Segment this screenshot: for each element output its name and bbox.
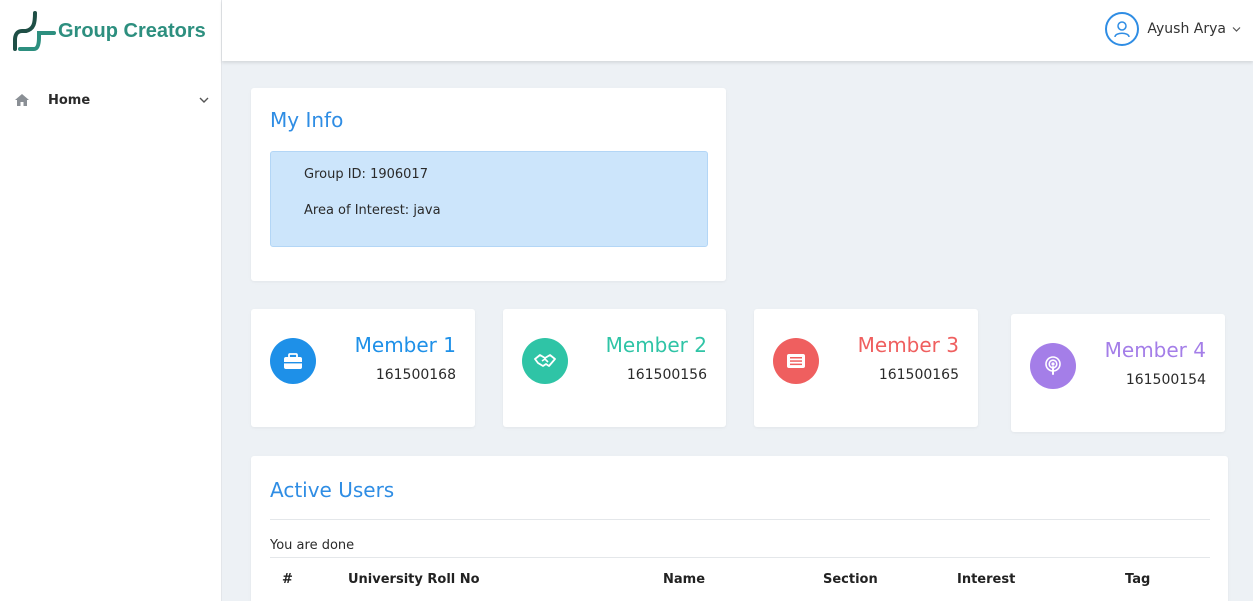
member-roll: 161500168	[375, 367, 456, 383]
topbar: Ayush Arya	[222, 0, 1253, 61]
member-card-2: Member 2 161500156	[503, 309, 726, 427]
briefcase-icon	[270, 338, 316, 384]
member-title: Member 3	[857, 333, 959, 357]
podcast-icon	[1030, 343, 1076, 389]
logo-icon	[13, 11, 56, 51]
sidebar: Group Creators Home	[0, 0, 222, 601]
area-of-interest: Area of Interest: java	[304, 203, 441, 218]
chevron-down-icon	[199, 97, 209, 103]
member-card-4: Member 4 161500154	[1011, 314, 1225, 432]
member-roll: 161500165	[878, 367, 959, 383]
brand[interactable]: Group Creators	[0, 0, 221, 62]
my-info-card: My Info Group ID: 1906017 Area of Intere…	[251, 88, 726, 281]
column-header: #	[282, 572, 293, 587]
chevron-down-icon	[1232, 26, 1241, 32]
column-header: Section	[823, 572, 878, 587]
member-card-1: Member 1 161500168	[251, 309, 475, 427]
column-header: Tag	[1125, 572, 1151, 587]
member-title: Member 2	[605, 333, 707, 357]
column-header: University Roll No	[348, 572, 480, 587]
member-card-3: Member 3 161500165	[754, 309, 978, 427]
divider	[270, 519, 1210, 520]
list-icon	[773, 338, 819, 384]
active-users-title: Active Users	[270, 478, 395, 502]
member-roll: 161500156	[626, 367, 707, 383]
member-title: Member 1	[354, 333, 456, 357]
user-menu[interactable]: Ayush Arya	[1105, 12, 1241, 46]
brand-name: Group Creators	[58, 19, 206, 42]
home-icon	[15, 94, 29, 106]
column-header: Name	[663, 572, 706, 587]
member-roll: 161500154	[1125, 372, 1206, 388]
member-title: Member 4	[1104, 338, 1206, 362]
active-users-card: Active Users You are done # University R…	[251, 456, 1228, 601]
user-name: Ayush Arya	[1147, 21, 1226, 37]
user-icon	[1105, 12, 1140, 46]
group-id: Group ID: 1906017	[304, 167, 428, 182]
sidebar-item-label: Home	[48, 92, 91, 108]
my-info-title: My Info	[270, 108, 344, 132]
status-note: You are done	[270, 538, 355, 553]
column-header: Interest	[957, 572, 1016, 587]
my-info-box: Group ID: 1906017 Area of Interest: java	[270, 151, 708, 247]
sidebar-item-home[interactable]: Home	[0, 80, 221, 120]
divider	[270, 557, 1210, 558]
handshake-icon	[522, 338, 568, 384]
